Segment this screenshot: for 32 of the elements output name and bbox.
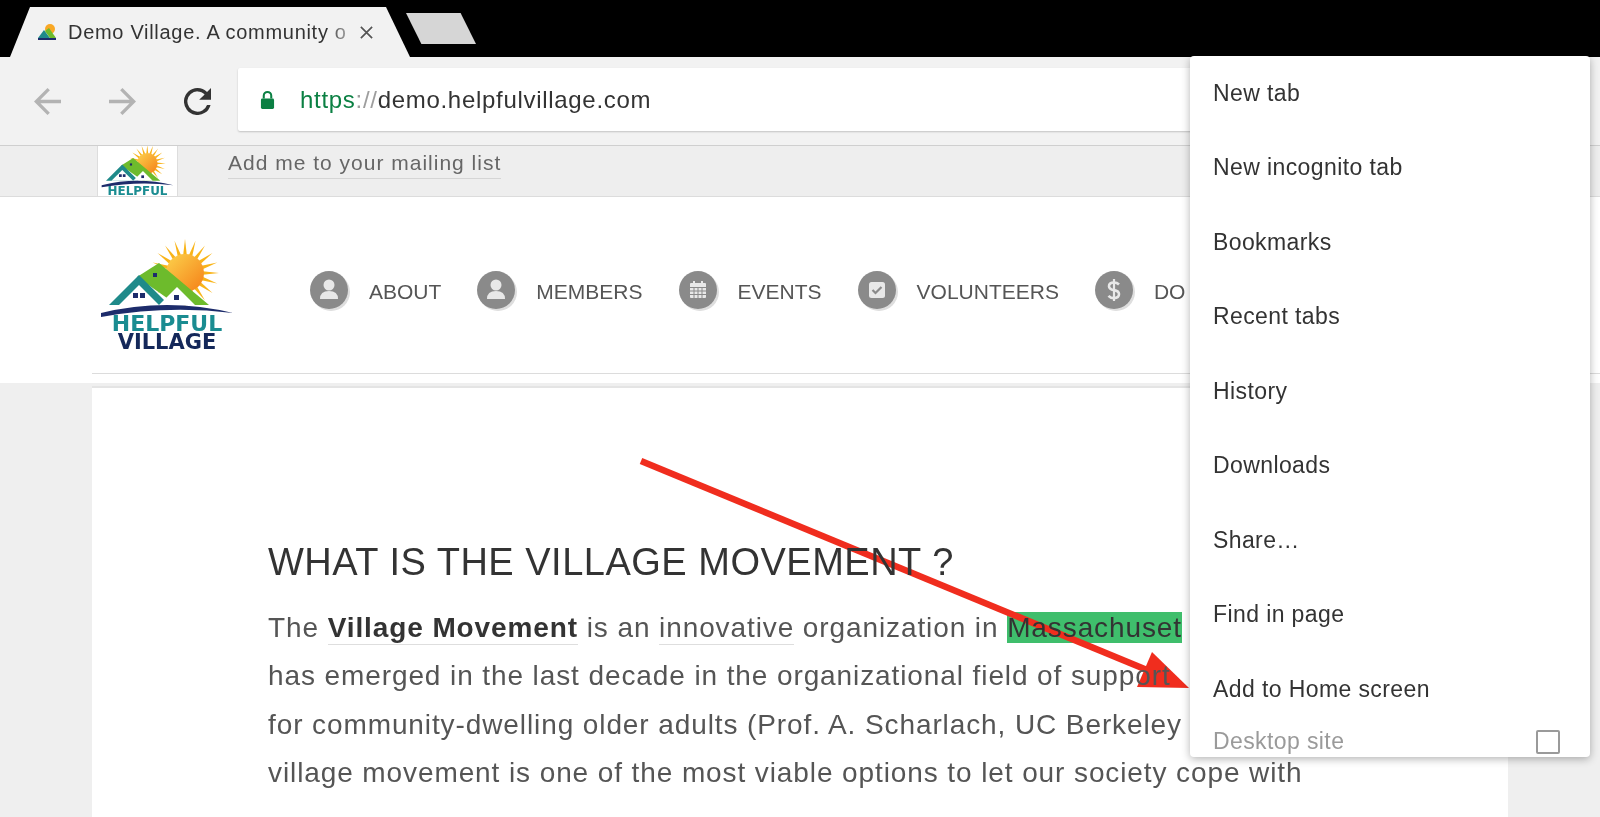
close-icon[interactable] — [359, 24, 374, 40]
forward-arrow-icon — [108, 87, 136, 115]
back-arrow-icon — [33, 87, 61, 115]
nav-link[interactable]: DO — [1094, 271, 1186, 313]
person-icon — [310, 271, 352, 313]
person-icon — [477, 271, 520, 313]
menu-item[interactable]: Bookmarks — [1190, 205, 1590, 280]
paragraph-line: for community-dwelling older adults (Prof. A. Scharlach, UC Berkeley — [268, 709, 1182, 740]
text-link[interactable]: innovative — [659, 612, 795, 645]
site-logo[interactable]: HELPFUL — [97, 146, 178, 196]
paragraph-line: village movement is one of the most viable options to let our society cope with — [268, 757, 1303, 788]
nav-link[interactable]: VOLUNTEERS — [857, 271, 1059, 313]
site-logo[interactable]: HELPFUL VILLAGE — [97, 233, 237, 351]
menu-item[interactable]: Recent tabs — [1190, 279, 1590, 354]
nav-link[interactable]: MEMBERS — [477, 271, 643, 313]
dollar-icon — [1094, 271, 1137, 313]
calendar-icon — [678, 271, 721, 313]
nav-link[interactable]: EVENTS — [678, 271, 822, 313]
browser-tab[interactable]: Demo Village. A community o — [10, 7, 410, 57]
reload-icon — [183, 87, 211, 115]
menu-item[interactable]: Add to Home screen — [1190, 652, 1590, 727]
menu-item[interactable]: History — [1190, 354, 1590, 429]
check-icon — [857, 271, 900, 313]
text-link[interactable]: Village Movement — [327, 612, 579, 645]
menu-item[interactable]: New incognito tab — [1190, 130, 1590, 205]
menu-item[interactable]: Share… — [1190, 503, 1590, 578]
menu-item[interactable]: Downloads — [1190, 428, 1590, 503]
nav-link[interactable]: ABOUT — [310, 271, 442, 313]
house-sun-icon — [37, 23, 57, 41]
checkbox[interactable] — [1536, 729, 1560, 754]
menu-item[interactable]: Find in page — [1190, 577, 1590, 652]
mailing-list-link[interactable]: Add me to your mailing list — [228, 150, 502, 179]
